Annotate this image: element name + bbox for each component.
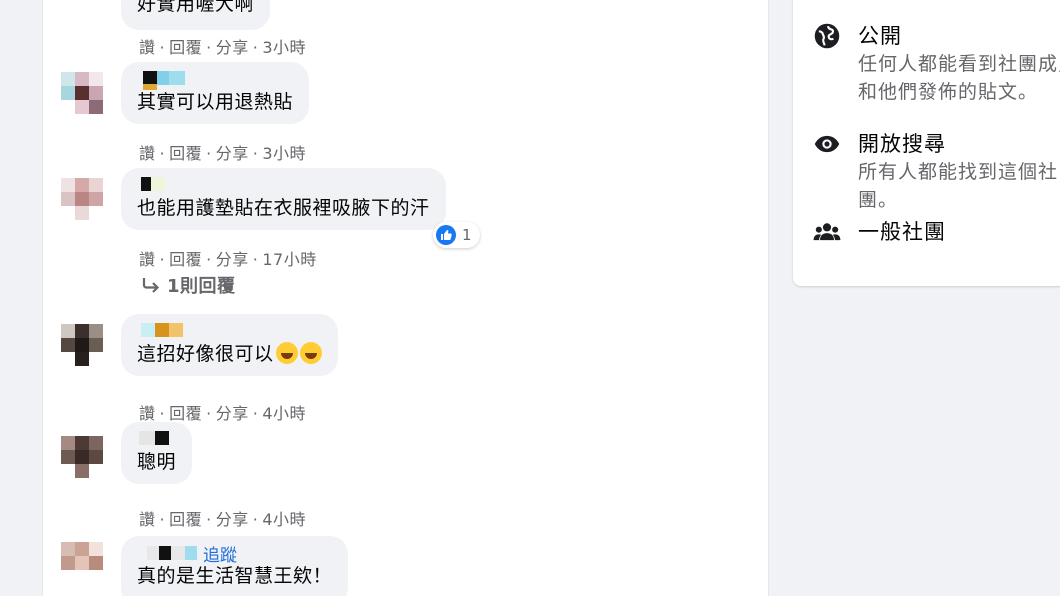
comment-actions: 讚 · 回覆 · 分享 · 4小時	[139, 506, 306, 530]
timestamp[interactable]: 3小時	[262, 34, 306, 58]
view-replies-link[interactable]: 1則回覆	[141, 272, 236, 298]
like-link[interactable]: 讚	[139, 140, 156, 164]
author-name[interactable]	[137, 430, 176, 448]
reaction-count-label: 1	[462, 226, 472, 244]
privacy-description: 任何人都能看到社團成員和他們發佈的貼文。	[858, 53, 1060, 103]
rofl-emoji-icon	[299, 342, 322, 364]
avatar[interactable]	[61, 0, 117, 14]
like-reaction-icon	[436, 225, 456, 245]
comment-bubble: 其實可以用退熱貼	[121, 62, 310, 124]
comment-bubble: 這招好像很可以	[121, 314, 338, 376]
view-replies-label: 1則回覆	[167, 276, 236, 297]
author-name[interactable]	[137, 70, 293, 90]
author-name[interactable]	[137, 176, 430, 194]
comment-text: 好實用喔大啊	[137, 0, 255, 15]
avatar[interactable]	[61, 542, 117, 586]
comment-actions: 讚 · 回覆 · 分享 · 4小時	[139, 400, 306, 424]
avatar[interactable]	[61, 178, 117, 222]
comments-feed: 好實用喔大啊 讚 · 回覆 · 分享 · 3小時 其實可以用退熱貼 讚 · 回覆…	[42, 0, 769, 596]
follow-button[interactable]: 追蹤	[203, 541, 237, 566]
comment-bubble: 也能用護墊貼在衣服裡吸腋下的汗	[121, 168, 446, 230]
comment-actions: 讚 · 回覆 · 分享 · 3小時	[139, 140, 306, 164]
timestamp[interactable]: 3小時	[262, 140, 306, 164]
reply-link[interactable]: 回覆	[169, 246, 202, 270]
comment-actions: 讚 · 回覆 · 分享 · 3小時	[139, 34, 306, 58]
share-link[interactable]: 分享	[216, 140, 249, 164]
reply-link[interactable]: 回覆	[169, 140, 202, 164]
comment-bubble: 聰明	[121, 422, 193, 484]
like-link[interactable]: 讚	[139, 34, 156, 58]
reaction-count[interactable]: 1	[433, 222, 480, 248]
like-link[interactable]: 讚	[139, 246, 156, 270]
comment-text: 也能用護墊貼在衣服裡吸腋下的汗	[137, 197, 430, 219]
share-link[interactable]: 分享	[216, 400, 249, 424]
comment-text: 其實可以用退熱貼	[137, 91, 294, 113]
timestamp[interactable]: 4小時	[262, 400, 306, 424]
reply-link[interactable]: 回覆	[169, 34, 202, 58]
author-name[interactable]: 追蹤	[137, 544, 332, 566]
like-link[interactable]: 讚	[139, 400, 156, 424]
timestamp[interactable]: 17小時	[262, 246, 316, 270]
group-info-card: 公開 任何人都能看到社團成員和他們發佈的貼文。 開放搜尋 所有人都能找到這個社團…	[793, 0, 1060, 286]
comment-bubble: 追蹤 真的是生活智慧王欸！	[121, 536, 349, 596]
reply-link[interactable]: 回覆	[169, 506, 202, 530]
author-name[interactable]	[137, 322, 322, 340]
comment-bubble: 好實用喔大啊	[121, 0, 271, 30]
privacy-title: 公開	[858, 24, 902, 48]
rofl-emoji-icon	[275, 342, 298, 364]
avatar[interactable]	[61, 324, 117, 368]
group-type-title: 一般社團	[858, 220, 946, 244]
visibility-title: 開放搜尋	[858, 132, 946, 156]
avatar[interactable]	[61, 436, 117, 480]
visibility-description: 所有人都能找到這個社團。	[858, 161, 1059, 211]
comment-actions: 讚 · 回覆 · 分享 · 17小時	[139, 246, 317, 270]
reply-link[interactable]: 回覆	[169, 400, 202, 424]
timestamp[interactable]: 4小時	[262, 506, 306, 530]
share-link[interactable]: 分享	[216, 246, 249, 270]
share-link[interactable]: 分享	[216, 506, 249, 530]
like-link[interactable]: 讚	[139, 506, 156, 530]
people-icon	[813, 223, 841, 241]
avatar[interactable]	[61, 72, 117, 116]
globe-icon	[814, 23, 840, 49]
comment-text: 聰明	[137, 451, 177, 473]
share-link[interactable]: 分享	[216, 34, 249, 58]
reply-arrow-icon	[142, 278, 160, 293]
eye-icon	[814, 135, 840, 153]
comment-text: 真的是生活智慧王欸！	[137, 565, 333, 587]
comment-text: 這招好像很可以	[137, 340, 322, 368]
